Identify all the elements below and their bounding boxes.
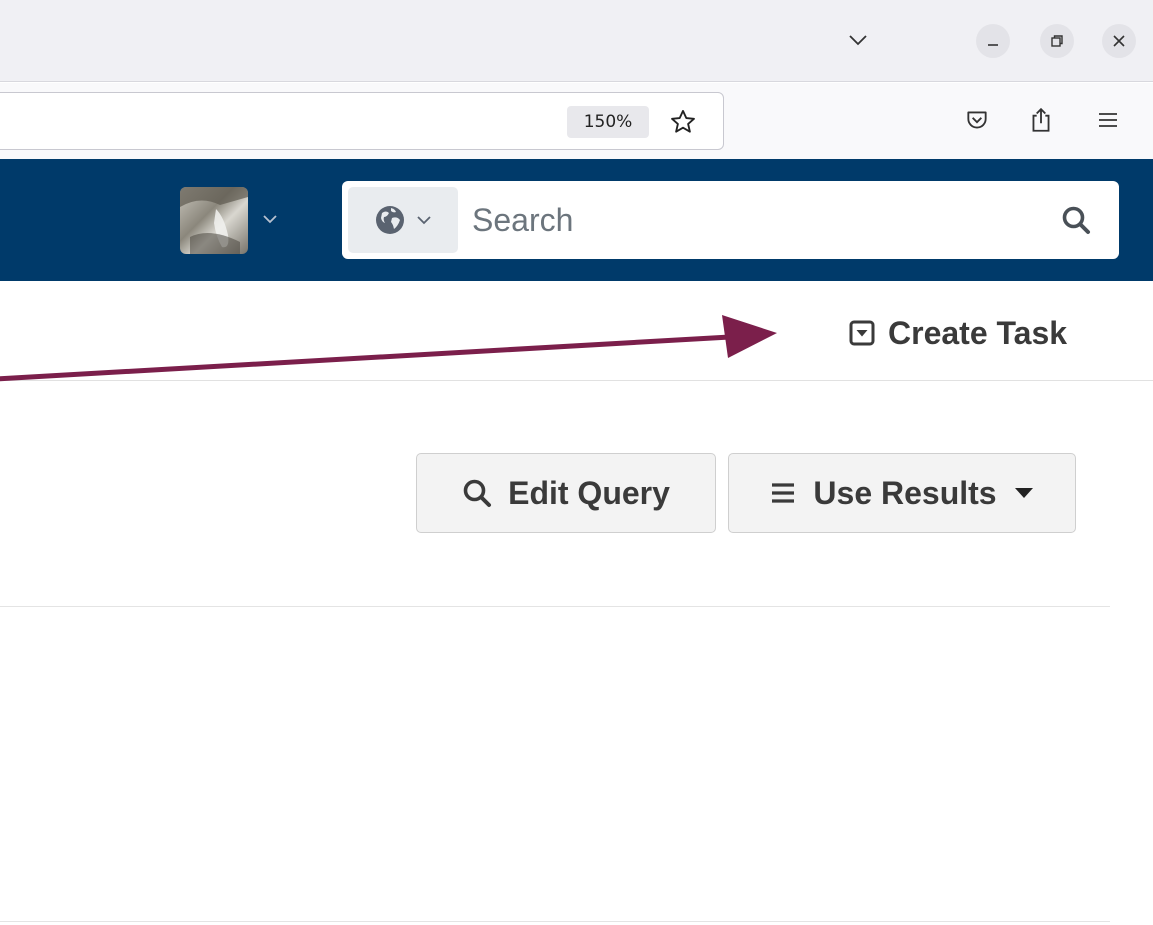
create-task-label: Create Task [888,314,1068,351]
star-icon [671,109,695,133]
search-icon [1062,206,1090,234]
restore-icon [1051,35,1063,47]
app-menu-button[interactable] [1088,100,1128,140]
caret-down-icon [1014,488,1033,498]
use-results-button[interactable]: Use Results [728,453,1076,533]
user-menu-toggle[interactable] [262,211,278,229]
create-task-button[interactable]: Create Task [848,311,1067,355]
edit-query-button[interactable]: Edit Query [416,453,716,533]
content-divider [0,606,1110,607]
chevron-down-icon [417,216,431,225]
chevron-down-icon [263,215,277,224]
globe-icon [376,206,404,234]
caret-square-down-icon [849,320,875,346]
bookmark-page-button[interactable] [663,103,703,141]
tab-list-button[interactable] [838,24,878,56]
content-divider [0,921,1110,922]
share-icon [1032,107,1050,132]
close-icon [1113,35,1125,47]
list-icon [772,483,795,503]
global-search [342,181,1119,259]
avatar-image [180,187,248,254]
pocket-button[interactable] [957,100,997,140]
browser-tab-strip [0,0,1153,82]
hamburger-icon [1099,113,1117,127]
edit-query-label: Edit Query [508,474,670,511]
pocket-icon [967,111,987,129]
search-icon [463,479,492,507]
search-scope-button[interactable] [348,187,458,253]
search-input[interactable] [472,191,1032,249]
app-header [0,159,1153,281]
chevron-down-icon [849,35,867,46]
zoom-level-badge[interactable]: 150% [567,106,649,138]
url-bar[interactable]: 150% [0,92,724,150]
user-avatar[interactable] [180,187,248,254]
task-toolbar: Create Task [0,281,1153,381]
search-submit-button[interactable] [1054,198,1098,242]
window-restore-button[interactable] [1040,24,1074,58]
minimize-icon [988,44,998,46]
share-button[interactable] [1021,100,1061,140]
use-results-label: Use Results [813,474,997,511]
window-close-button[interactable] [1102,24,1136,58]
browser-toolbar: 150% [0,83,1153,159]
window-minimize-button[interactable] [976,24,1010,58]
